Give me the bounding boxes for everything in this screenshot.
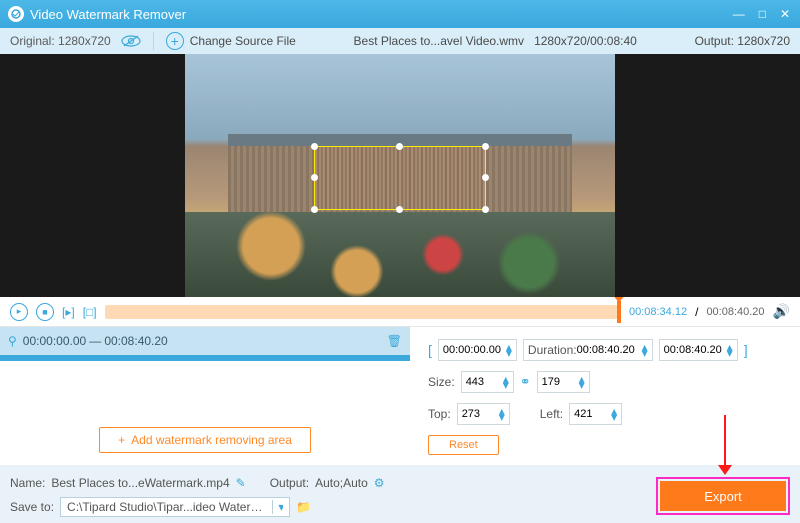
plus-icon: + (118, 433, 125, 447)
save-to-label: Save to: (10, 500, 54, 514)
duration-input[interactable]: Duration:▴▾ (523, 339, 653, 361)
resize-handle-tl[interactable] (311, 143, 318, 150)
video-preview[interactable] (0, 54, 800, 297)
height-input[interactable]: ▴▾ (537, 371, 590, 393)
timeline-slider[interactable] (105, 305, 621, 319)
add-watermark-area-button[interactable]: +Add watermark removing area (99, 427, 311, 453)
output-settings-icon[interactable]: ⚙ (374, 476, 385, 490)
segment-start: 00:00:00.00 (23, 334, 86, 348)
path-dropdown-icon[interactable]: ▾ (272, 500, 283, 514)
resize-handle-bm[interactable] (396, 206, 403, 213)
app-title: Video Watermark Remover (30, 7, 733, 22)
delete-segment-icon[interactable]: 🗑 (387, 334, 402, 348)
segment-row[interactable]: ⚲ 00:00:00.00 — 00:08:40.20 🗑 (0, 327, 410, 355)
resize-handle-ml[interactable] (311, 174, 318, 181)
resize-handle-mr[interactable] (482, 174, 489, 181)
maximize-button[interactable]: □ (759, 7, 766, 21)
output-resolution: Output: 1280x720 (695, 34, 790, 48)
open-folder-icon[interactable]: 📁 (296, 500, 311, 514)
change-source-label: Change Source File (190, 34, 296, 48)
video-frame (185, 54, 615, 297)
resize-handle-bl[interactable] (311, 206, 318, 213)
top-input[interactable]: ▴▾ (457, 403, 510, 425)
output-value: Auto;Auto (315, 476, 368, 490)
left-label: Left: (540, 407, 563, 421)
range-end-input[interactable]: ▴▾ (659, 339, 738, 361)
original-resolution: Original: 1280x720 (10, 34, 111, 48)
preview-toggle-icon[interactable] (121, 35, 141, 47)
save-path-field[interactable]: C:\Tipard Studio\Tipar...ideo Watermark … (60, 497, 290, 517)
output-name: Best Places to...eWatermark.mp4 (51, 476, 229, 490)
top-label: Top: (428, 407, 451, 421)
edit-name-icon[interactable]: ✎ (236, 476, 246, 490)
minimize-button[interactable]: — (733, 7, 745, 21)
mark-out-button[interactable]: [□] (83, 305, 97, 319)
range-start-bracket-icon[interactable]: [ (428, 342, 432, 358)
resize-handle-tm[interactable] (396, 143, 403, 150)
volume-icon[interactable]: 🔊 (773, 303, 790, 320)
size-label: Size: (428, 375, 455, 389)
change-source-button[interactable]: + Change Source File (166, 32, 296, 50)
range-start-input[interactable]: ▴▾ (438, 339, 517, 361)
properties-pane: [ ▴▾ Duration:▴▾ ▴▾ ] Size: ▴▾ ⚭ ▴▾ Top:… (410, 327, 800, 465)
segment-icon: ⚲ (8, 334, 17, 348)
info-bar: Original: 1280x720 + Change Source File … (0, 28, 800, 54)
output-label: Output: (270, 476, 309, 490)
close-button[interactable]: ✕ (780, 7, 790, 21)
export-button[interactable]: Export (660, 481, 786, 511)
name-label: Name: (10, 476, 45, 490)
width-input[interactable]: ▴▾ (461, 371, 514, 393)
left-input[interactable]: ▴▾ (569, 403, 622, 425)
play-button[interactable]: ▸ (10, 303, 28, 321)
reset-button[interactable]: Reset (428, 435, 499, 455)
current-time: 00:08:34.12 (629, 306, 687, 318)
link-aspect-icon[interactable]: ⚭ (520, 374, 531, 390)
resize-handle-br[interactable] (482, 206, 489, 213)
plus-icon: + (166, 32, 184, 50)
title-bar: Video Watermark Remover — □ ✕ (0, 0, 800, 28)
segment-end: 00:08:40.20 (104, 334, 167, 348)
mark-in-button[interactable]: [▸] (62, 305, 75, 319)
range-end-bracket-icon[interactable]: ] (744, 342, 748, 358)
total-duration: 00:08:40.20 (706, 306, 764, 318)
app-logo-icon (8, 6, 24, 22)
current-file-info: Best Places to...avel Video.wmv 1280x720… (296, 34, 695, 48)
playback-bar: ▸ ■ [▸] [□] 00:08:34.12/00:08:40.20 🔊 (0, 297, 800, 327)
watermark-selection-box[interactable] (314, 146, 486, 209)
stop-button[interactable]: ■ (36, 303, 54, 321)
segments-pane: ⚲ 00:00:00.00 — 00:08:40.20 🗑 +Add water… (0, 327, 410, 465)
